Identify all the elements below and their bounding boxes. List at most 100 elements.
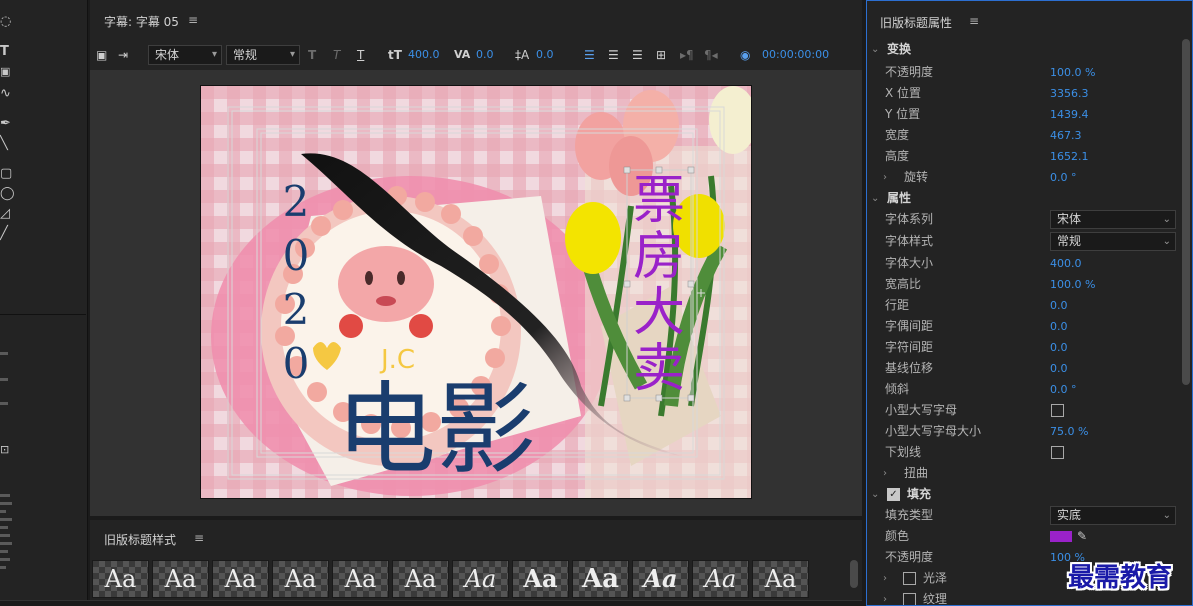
pen-tool-icon[interactable]: ✒ (0, 116, 14, 132)
style-swatch[interactable]: Aa (152, 560, 209, 598)
prop-font-size: 字体大小 400.0 (867, 253, 1179, 274)
properties-scrollbar[interactable] (1182, 39, 1190, 385)
chevron-right-icon: › (883, 172, 887, 183)
align-right-icon[interactable]: ☰ (632, 46, 643, 64)
tracking-value[interactable]: 0.0 (1050, 337, 1068, 358)
leading-value[interactable]: 0.0 (536, 46, 554, 64)
aspect-value[interactable]: 100.0 % (1050, 274, 1095, 295)
prop-slant: 倾斜 0.0 ° (867, 379, 1179, 400)
panel-menu-icon[interactable]: ≡ (194, 531, 204, 545)
type-tool-icon[interactable]: T (0, 44, 14, 60)
prop-tracking: 字符间距 0.0 (867, 337, 1179, 358)
fill-color-swatch[interactable] (1050, 531, 1072, 542)
bold-icon[interactable]: T (308, 46, 316, 64)
slant-value[interactable]: 0.0 ° (1050, 379, 1077, 400)
fill-checkbox[interactable]: ✓ (887, 488, 900, 501)
style-swatch[interactable]: Aa (632, 560, 689, 598)
small-caps-checkbox[interactable] (1051, 404, 1064, 417)
paragraph-ltr-icon[interactable]: ▸¶ (680, 46, 694, 64)
baseline-value[interactable]: 0.0 (1050, 358, 1068, 379)
small-caps-size-value[interactable]: 75.0 % (1050, 421, 1088, 442)
timecode-value[interactable]: 00:00:00:00 (762, 46, 829, 64)
prop-baseline: 基线位移 0.0 (867, 358, 1179, 379)
style-swatch[interactable]: Aa (92, 560, 149, 598)
title-panel: 字幕: 字幕 05 ≡ ▣ ⇥ 宋体 ▾ 常规 ▾ T T T tT 400.0 V… (90, 0, 862, 516)
styles-panel-title: 旧版标题样式 (104, 533, 177, 547)
underline-checkbox[interactable] (1051, 446, 1064, 459)
prop-color: 颜色 ✎ (867, 526, 1179, 547)
chevron-down-icon: ⌄ (1162, 236, 1171, 247)
opacity-value[interactable]: 100.0 % (1050, 62, 1095, 83)
style-swatch[interactable]: Aa (392, 560, 449, 598)
section-transform[interactable]: ⌄ 变换 (867, 39, 1179, 60)
roll-crawl-icon[interactable]: ▣ (96, 46, 107, 64)
style-swatch[interactable]: Aa (692, 560, 749, 598)
style-swatch[interactable]: Aa (752, 560, 809, 598)
bottom-strip (0, 600, 862, 606)
line-tool-icon[interactable]: ╱ (0, 226, 14, 242)
chevron-down-icon: ⌄ (871, 44, 880, 55)
style-swatch[interactable]: Aa (332, 560, 389, 598)
leading-value[interactable]: 0.0 (1050, 295, 1068, 316)
sheen-checkbox[interactable] (903, 572, 916, 585)
canvas-movie-text[interactable]: 电影 (336, 371, 536, 488)
prop-distort[interactable]: › 扭曲 (867, 463, 1179, 484)
height-value[interactable]: 1652.1 (1050, 146, 1089, 167)
rectangle-tool-icon[interactable]: ▢ (0, 166, 14, 182)
font-size-icon: tT (388, 48, 402, 62)
texture-checkbox[interactable] (903, 593, 916, 605)
x-position-value[interactable]: 3356.3 (1050, 83, 1089, 104)
font-style-dropdown[interactable]: 常规 ⌄ (1050, 232, 1176, 251)
width-value[interactable]: 467.3 (1050, 125, 1082, 146)
style-swatch[interactable]: Aa (572, 560, 629, 598)
show-video-icon[interactable]: ◉ (740, 46, 750, 64)
style-swatch[interactable]: Aa (272, 560, 329, 598)
title-canvas[interactable]: J.C 2 0 2 0 电影 票房大卖 (200, 85, 752, 499)
rotate-tool-icon[interactable]: ◌ (0, 14, 14, 30)
panel-menu-icon[interactable]: ≡ (188, 13, 198, 27)
chevron-right-icon: › (883, 594, 887, 605)
align-left-icon[interactable]: ☰ (584, 46, 595, 64)
path-type-tool-icon[interactable]: ∿ (0, 86, 14, 102)
align-center-icon[interactable]: ☰ (608, 46, 619, 64)
underline-icon[interactable]: T (357, 46, 364, 64)
y-position-value[interactable]: 1439.4 (1050, 104, 1089, 125)
rotation-value[interactable]: 0.0 ° (1050, 167, 1077, 188)
kerning-value[interactable]: 0.0 (476, 46, 494, 64)
prop-y-position: Y 位置 1439.4 (867, 104, 1179, 125)
styles-panel: 旧版标题样式 ≡ Aa Aa Aa Aa Aa Aa Aa Aa Aa Aa Aa Aa (90, 520, 862, 606)
chevron-down-icon: ▾ (289, 49, 295, 60)
prop-fill-type: 填充类型 实底 ⌄ (867, 505, 1179, 526)
eyedropper-icon[interactable]: ✎ (1077, 526, 1087, 547)
prop-font-family: 字体系列 宋体 ⌄ (867, 209, 1179, 230)
panel-menu-icon[interactable]: ≡ (969, 14, 979, 28)
fill-type-dropdown[interactable]: 实底 ⌄ (1050, 506, 1176, 525)
style-swatch[interactable]: Aa (212, 560, 269, 598)
paragraph-rtl-icon[interactable]: ¶◂ (704, 46, 718, 64)
italic-icon[interactable]: T (333, 46, 340, 64)
kerning-value[interactable]: 0.0 (1050, 316, 1068, 337)
prop-rotation[interactable]: › 旋转 0.0 ° (867, 167, 1179, 188)
style-swatch[interactable]: Aa (452, 560, 509, 598)
font-style-select[interactable]: 常规 ▾ (226, 45, 300, 65)
style-swatch[interactable]: Aa (512, 560, 569, 598)
chevron-right-icon: › (883, 573, 887, 584)
wedge-tool-icon[interactable]: ◿ (0, 206, 14, 222)
tab-stops-icon[interactable]: ⇥ (118, 46, 128, 64)
chevron-down-icon: ⌄ (871, 193, 880, 204)
convert-anchor-icon[interactable]: ╲ (0, 136, 14, 152)
section-fill[interactable]: ⌄ ✓ 填充 (867, 484, 1179, 505)
font-family-dropdown[interactable]: 宋体 ⌄ (1050, 210, 1176, 229)
ellipse-tool-icon[interactable]: ◯ (0, 186, 15, 202)
canvas-box-office-text[interactable]: 票房大卖 (633, 171, 685, 399)
styles-scrollbar[interactable] (850, 560, 858, 588)
font-family-select[interactable]: 宋体 ▾ (148, 45, 222, 65)
tab-ruler-icon[interactable]: ⊞ (656, 46, 666, 64)
properties-panel-title: 旧版标题属性 (880, 16, 953, 30)
font-size-value[interactable]: 400.0 (1050, 253, 1082, 274)
area-type-tool-icon[interactable]: ▣ (0, 64, 14, 80)
center-icon[interactable]: ⊡ (0, 442, 14, 458)
prop-leading: 行距 0.0 (867, 295, 1179, 316)
section-properties[interactable]: ⌄ 属性 (867, 188, 1179, 209)
font-size-value[interactable]: 400.0 (408, 46, 440, 64)
